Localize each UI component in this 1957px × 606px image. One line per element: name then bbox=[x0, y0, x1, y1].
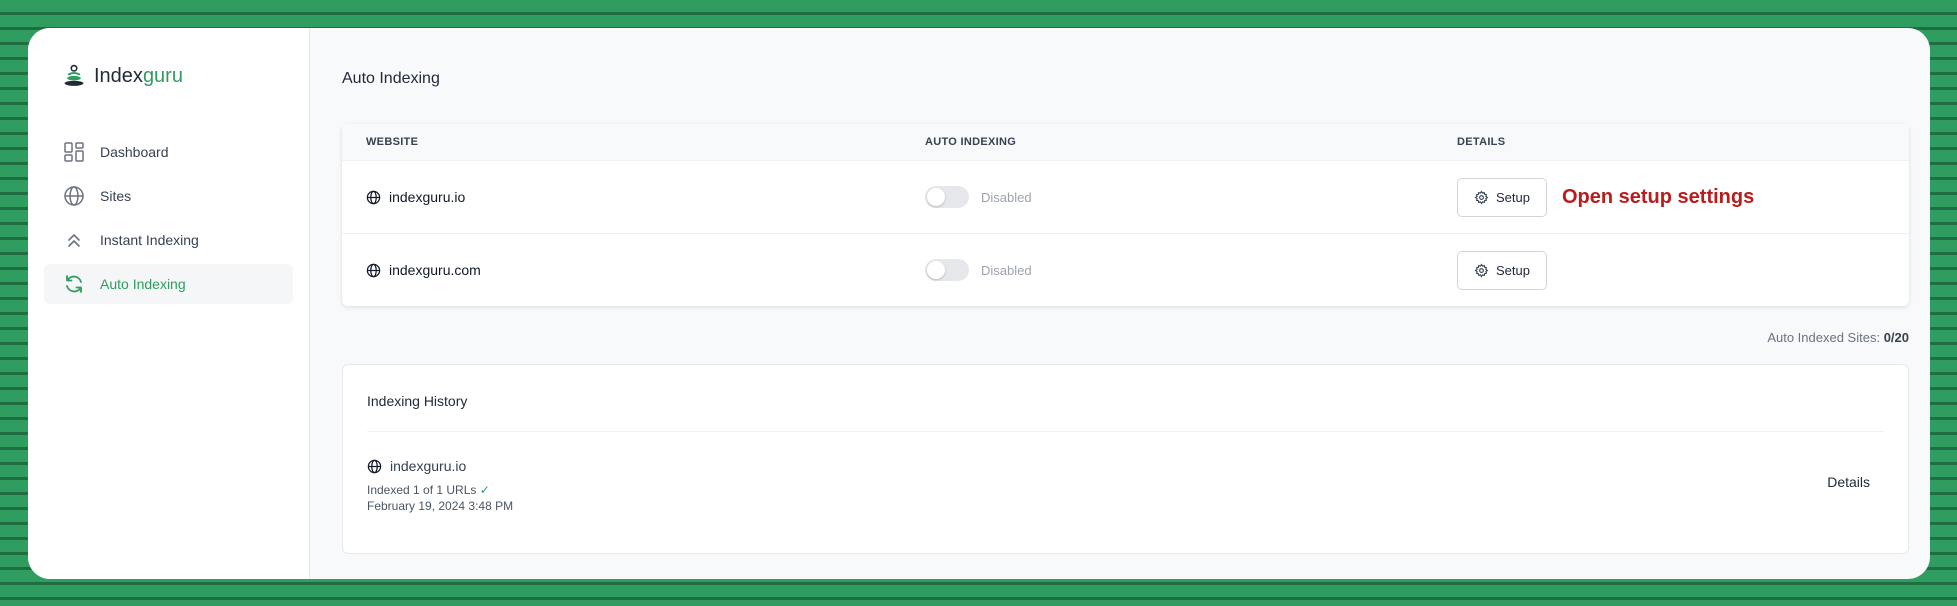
table-row: indexguru.com Disabled Setup bbox=[342, 233, 1909, 306]
sidebar-item-dashboard[interactable]: Dashboard bbox=[44, 132, 293, 172]
toggle-status: Disabled bbox=[981, 262, 1032, 278]
auto-indexing-toggle[interactable] bbox=[925, 186, 969, 208]
sidebar: Indexguru Dashboard Sites Instant Indexi… bbox=[28, 28, 310, 579]
sidebar-item-label: Auto Indexing bbox=[100, 276, 186, 292]
site-name: indexguru.com bbox=[389, 262, 481, 278]
gear-icon bbox=[1474, 190, 1489, 204]
table-header: WEBSITE AUTO INDEXING DETAILS bbox=[342, 124, 1909, 160]
list-item: indexguru.io Indexed 1 of 1 URLs ✓ Febru… bbox=[367, 458, 1884, 514]
sites-table: WEBSITE AUTO INDEXING DETAILS indexguru.… bbox=[342, 124, 1909, 306]
sidebar-item-instant-indexing[interactable]: Instant Indexing bbox=[44, 220, 293, 260]
toggle-status: Disabled bbox=[981, 189, 1032, 205]
globe-icon bbox=[62, 184, 86, 208]
setup-label: Setup bbox=[1496, 262, 1530, 278]
history-site-name: indexguru.io bbox=[390, 458, 467, 474]
site-cell: indexguru.com bbox=[366, 262, 925, 278]
divider bbox=[367, 431, 1884, 432]
sidebar-item-auto-indexing[interactable]: Auto Indexing bbox=[44, 264, 293, 304]
page-title: Auto Indexing bbox=[342, 70, 440, 87]
setup-annotation: Open setup settings bbox=[1561, 185, 1755, 208]
brand-logo[interactable]: Indexguru bbox=[44, 62, 293, 90]
sidebar-item-sites[interactable]: Sites bbox=[44, 176, 293, 216]
auto-indexing-toggle[interactable] bbox=[925, 259, 969, 281]
brand-name: Indexguru bbox=[94, 64, 183, 87]
history-title: Indexing History bbox=[367, 393, 468, 409]
history-date: February 19, 2024 3:48 PM bbox=[367, 499, 514, 513]
setup-label: Setup bbox=[1496, 189, 1530, 205]
sidebar-item-label: Dashboard bbox=[100, 144, 169, 160]
history-indexed-count: Indexed 1 of 1 URLs bbox=[367, 483, 477, 497]
column-header-details: DETAILS bbox=[1457, 136, 1506, 148]
check-icon: ✓ bbox=[479, 483, 490, 497]
site-cell: indexguru.io bbox=[366, 189, 925, 205]
grid-icon bbox=[62, 140, 86, 164]
sidebar-nav: Dashboard Sites Instant Indexing Auto In… bbox=[44, 132, 293, 304]
sidebar-item-label: Sites bbox=[100, 188, 132, 204]
history-meta: Indexed 1 of 1 URLs ✓ February 19, 2024 … bbox=[367, 482, 1884, 514]
auto-indexed-summary: Auto Indexed Sites: 0/20 bbox=[342, 330, 1909, 350]
refresh-icon bbox=[62, 272, 86, 296]
setup-button[interactable]: Setup bbox=[1457, 250, 1547, 290]
auto-indexing-cell: Disabled bbox=[925, 259, 1457, 281]
main-content: Auto Indexing WEBSITE AUTO INDEXING DETA… bbox=[310, 28, 1930, 579]
indexing-history-card: Indexing History indexguru.io Indexed 1 … bbox=[342, 364, 1909, 554]
column-header-website: WEBSITE bbox=[366, 136, 419, 148]
sidebar-item-label: Instant Indexing bbox=[100, 232, 199, 248]
details-link[interactable]: Details bbox=[1827, 474, 1870, 490]
logo-icon bbox=[62, 64, 86, 88]
summary-value: 0/20 bbox=[1883, 330, 1909, 345]
app-window: Indexguru Dashboard Sites Instant Indexi… bbox=[28, 28, 1930, 579]
column-header-auto-indexing: AUTO INDEXING bbox=[925, 136, 1017, 148]
summary-label: Auto Indexed Sites: bbox=[1767, 330, 1881, 345]
chevrons-up-icon bbox=[62, 228, 86, 252]
site-name: indexguru.io bbox=[389, 189, 466, 205]
globe-icon bbox=[367, 459, 382, 473]
auto-indexing-cell: Disabled bbox=[925, 186, 1457, 208]
globe-icon bbox=[366, 190, 381, 204]
details-cell: Setup bbox=[1457, 250, 1909, 290]
table-row: indexguru.io Disabled Setup Open setup s… bbox=[342, 160, 1909, 233]
details-cell: Setup Open setup settings bbox=[1457, 177, 1909, 217]
history-site: indexguru.io bbox=[367, 458, 1884, 474]
globe-icon bbox=[366, 263, 381, 277]
gear-icon bbox=[1474, 263, 1489, 277]
setup-button[interactable]: Setup bbox=[1457, 177, 1547, 217]
